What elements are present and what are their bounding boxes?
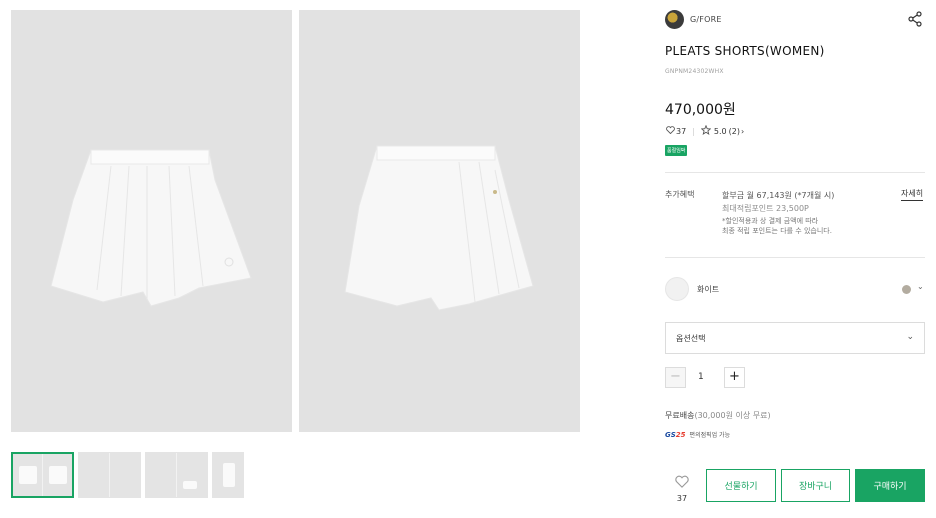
- benefit-note: *할인적용과 상 결제 금액에 따라 최종 적립 포인트는 다를 수 있습니다.: [722, 216, 832, 236]
- quantity-decrease-button[interactable]: −: [665, 367, 686, 388]
- chevron-down-icon[interactable]: ⌄: [917, 282, 924, 291]
- buy-now-button[interactable]: 구매하기: [855, 469, 925, 502]
- thumbnail-4[interactable]: [212, 452, 244, 498]
- benefit-detail-link[interactable]: 자세히: [901, 188, 924, 201]
- brand-name: G/FORE: [690, 15, 722, 24]
- color-swatch[interactable]: [665, 277, 689, 301]
- shipping-text: 무료배송: [665, 411, 695, 420]
- stats-divider: |: [692, 126, 695, 136]
- product-title: PLEATS SHORTS(WOMEN): [665, 44, 825, 58]
- divider: [665, 172, 925, 173]
- shipping-info: 무료배송(30,000원 이상 무료): [665, 410, 771, 421]
- wish-count: 37: [676, 494, 688, 503]
- review-count[interactable]: (2): [729, 127, 740, 136]
- heart-icon: [666, 126, 675, 136]
- rating-value: 5.0: [713, 126, 727, 136]
- product-code: GNPNM24302WHX: [665, 68, 724, 75]
- points-text: 최대적립포인트 23,500P: [722, 204, 809, 213]
- gift-button[interactable]: 선물하기: [706, 469, 776, 502]
- benefit-label: 추가혜택: [665, 190, 695, 199]
- color-name: 화이트: [697, 285, 720, 294]
- option-select-label: 옵션선택: [676, 334, 706, 343]
- quantity-value: 1: [698, 372, 704, 382]
- thumbnail-3[interactable]: [145, 452, 208, 498]
- divider: [665, 257, 925, 258]
- quantity-increase-button[interactable]: +: [724, 367, 745, 388]
- option-select[interactable]: 옵션선택 ⌄: [665, 322, 925, 354]
- wish-count: 37: [676, 126, 687, 136]
- product-image-front[interactable]: [11, 10, 292, 432]
- color-option-row[interactable]: 화이트 ⌄: [665, 277, 925, 303]
- share-icon[interactable]: [907, 11, 923, 27]
- shorts-back-illustration: [344, 145, 534, 311]
- chevron-down-icon: ⌄: [906, 332, 914, 342]
- chevron-right-icon[interactable]: ›: [741, 127, 744, 136]
- add-to-cart-button[interactable]: 장바구니: [781, 469, 850, 502]
- product-price: 470,000원: [665, 102, 736, 118]
- pickup-text: 편의점픽업 가능: [689, 432, 731, 439]
- benefit-note-line2: 최종 적립 포인트는 다를 수 있습니다.: [722, 227, 832, 235]
- star-icon: [700, 124, 712, 137]
- installment-text: 할부금 월 67,143원 (*7개월 시): [722, 191, 835, 200]
- thumbnail-1[interactable]: [11, 452, 74, 498]
- brand-logo: [665, 10, 684, 29]
- wish-button[interactable]: 37: [672, 473, 692, 503]
- product-stats: 37 | 5.0 (2) ›: [666, 124, 744, 137]
- benefit-detail: 할부금 월 67,143원 (*7개월 시) 최대적립포인트 23,500P: [722, 189, 834, 215]
- gs25-logo: GS25: [665, 430, 686, 439]
- shorts-front-illustration: [50, 149, 252, 307]
- pickup-info: GS25 편의점픽업 가능: [665, 430, 731, 440]
- product-image-back[interactable]: [299, 10, 580, 432]
- status-badge: 품절임박: [665, 145, 688, 156]
- shipping-note: (30,000원 이상 무료): [694, 411, 771, 420]
- color-dot: [902, 285, 911, 294]
- heart-icon: [675, 475, 689, 488]
- benefit-note-line1: *할인적용과 상 결제 금액에 따라: [722, 217, 819, 225]
- brand-link[interactable]: G/FORE: [665, 10, 722, 29]
- thumbnail-2[interactable]: [78, 452, 141, 498]
